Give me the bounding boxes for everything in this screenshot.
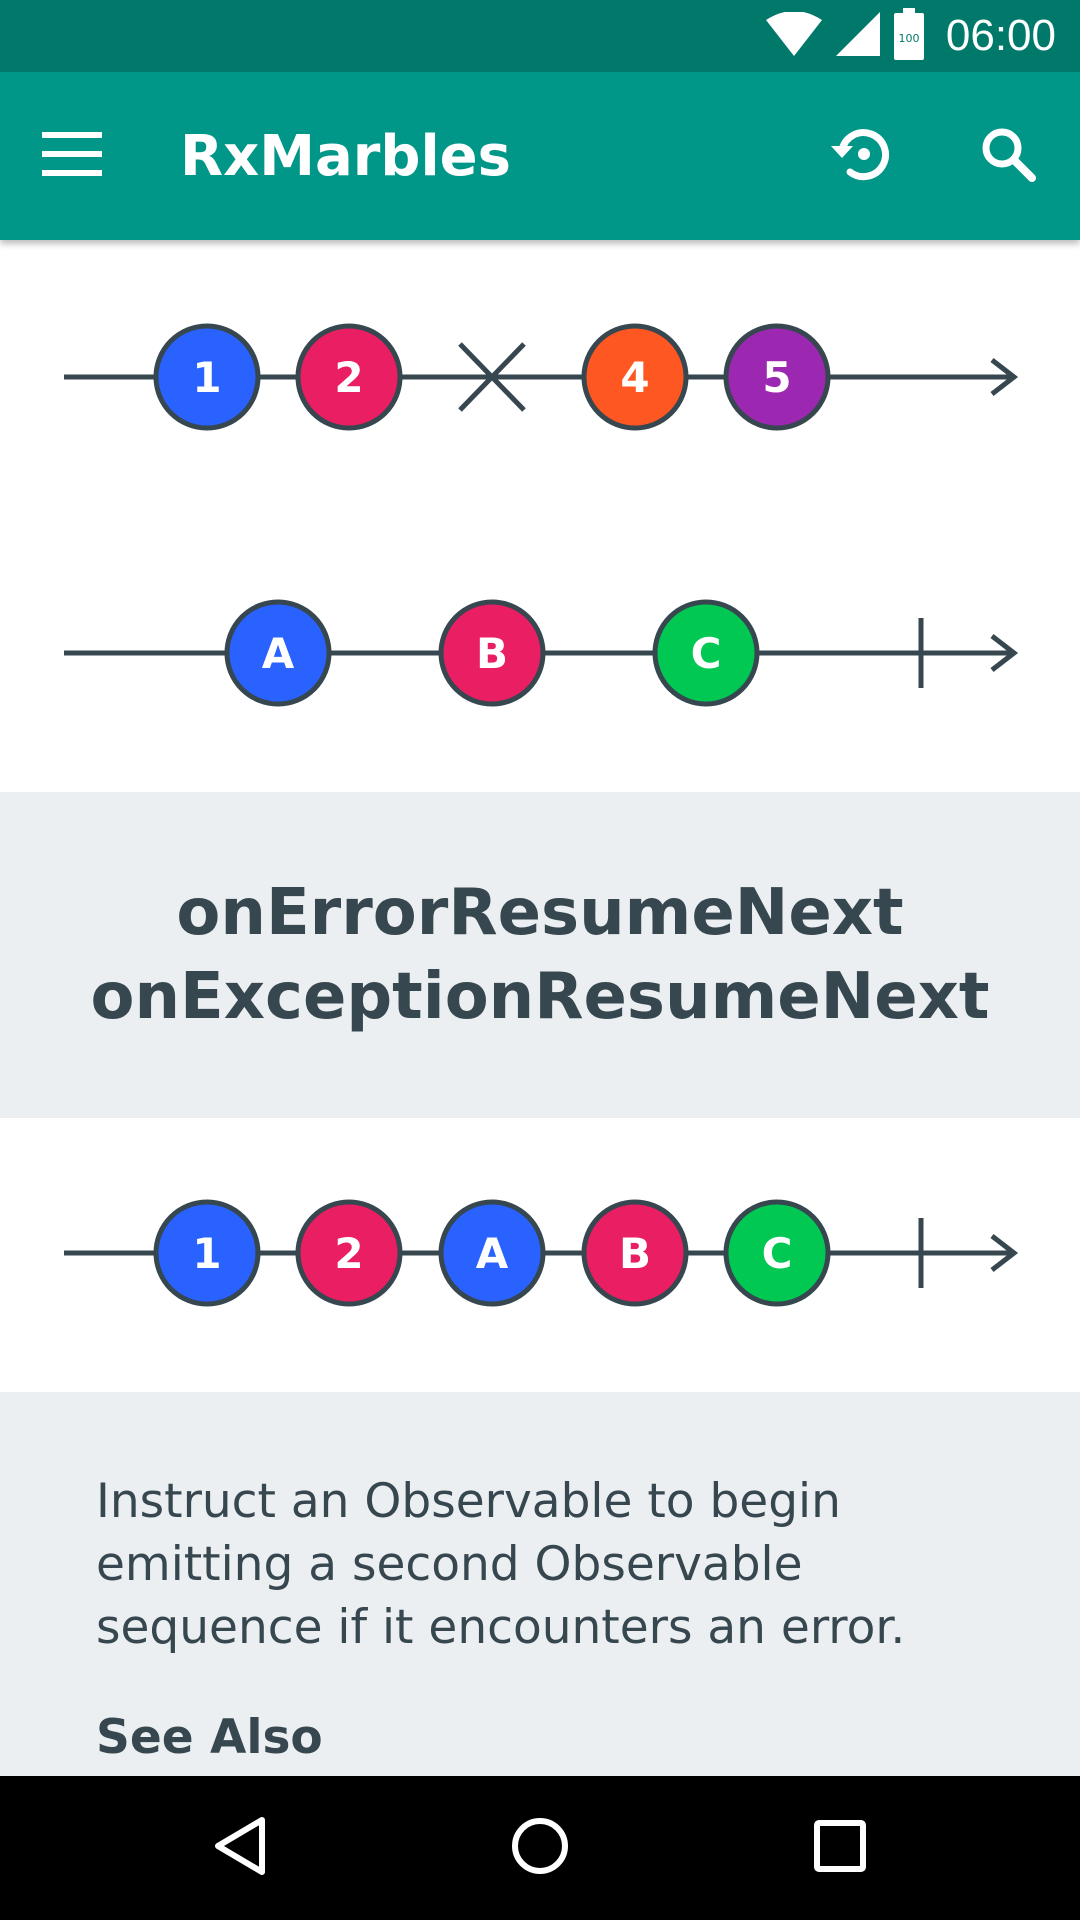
marble-result-a[interactable]: A — [438, 1199, 546, 1307]
marble-label: 2 — [334, 1229, 363, 1278]
marble-result-b[interactable]: B — [581, 1199, 689, 1307]
marble-label: A — [476, 1229, 509, 1278]
description-band: Instruct an Observable to begin emitting… — [0, 1392, 1080, 1776]
resume-stream: A B C — [0, 588, 1080, 718]
history-button[interactable] — [812, 108, 908, 204]
menu-button[interactable] — [24, 108, 120, 204]
recents-button[interactable] — [792, 1800, 888, 1896]
wifi-icon — [765, 10, 822, 61]
marble-label: 2 — [334, 353, 363, 402]
marble-resume-a[interactable]: A — [224, 599, 332, 707]
battery-icon: 100 — [893, 7, 924, 65]
marble-label: B — [476, 629, 508, 678]
operator-name-primary: onErrorResumeNext — [176, 876, 904, 950]
marble-result-1[interactable]: 1 — [153, 1199, 261, 1307]
operator-band: onErrorResumeNext onExceptionResumeNext — [0, 792, 1080, 1118]
description-text: Instruct an Observable to begin emitting… — [96, 1474, 906, 1655]
marble-source-4[interactable]: 4 — [581, 323, 689, 431]
marble-source-2[interactable]: 2 — [295, 323, 403, 431]
marble-label: 1 — [192, 353, 221, 402]
app-bar: RxMarbles — [0, 72, 1080, 240]
marble-result-c[interactable]: C — [723, 1199, 831, 1307]
marble-label: 4 — [620, 353, 649, 402]
search-icon — [980, 126, 1036, 187]
menu-icon — [42, 131, 102, 181]
cellular-signal-icon — [835, 11, 880, 61]
marble-source-1[interactable]: 1 — [153, 323, 261, 431]
marble-label: B — [619, 1229, 651, 1278]
search-button[interactable] — [960, 108, 1056, 204]
navigation-bar — [0, 1776, 1080, 1920]
marble-label: 5 — [762, 353, 791, 402]
battery-level-text: 100 — [898, 32, 919, 45]
marble-label: C — [691, 629, 722, 678]
operator-name-secondary: onExceptionResumeNext — [90, 960, 990, 1034]
marble-resume-b[interactable]: B — [438, 599, 546, 707]
marble-resume-c[interactable]: C — [652, 599, 760, 707]
app-title: RxMarbles — [180, 123, 511, 189]
recents-icon — [814, 1819, 866, 1877]
source-stream: 1 2 4 5 — [0, 312, 1080, 442]
history-icon — [828, 122, 892, 191]
home-button[interactable] — [492, 1800, 588, 1896]
back-icon — [212, 1816, 268, 1881]
marble-label: C — [762, 1229, 793, 1278]
home-icon — [510, 1816, 570, 1881]
marble-label: 1 — [192, 1229, 221, 1278]
marble-result-2[interactable]: 2 — [295, 1199, 403, 1307]
status-icons: 100 06:00 — [765, 0, 1056, 72]
result-stream: 1 2 A B C — [0, 1188, 1080, 1318]
marble-source-5[interactable]: 5 — [723, 323, 831, 431]
status-bar: 100 06:00 — [0, 0, 1080, 72]
status-time: 06:00 — [945, 11, 1056, 60]
content-area: 1 2 4 5 A B C onErrorResumeNext onExcept… — [0, 240, 1080, 1776]
back-button[interactable] — [192, 1800, 288, 1896]
marble-label: A — [262, 629, 295, 678]
see-also-heading: See Also — [96, 1710, 323, 1765]
